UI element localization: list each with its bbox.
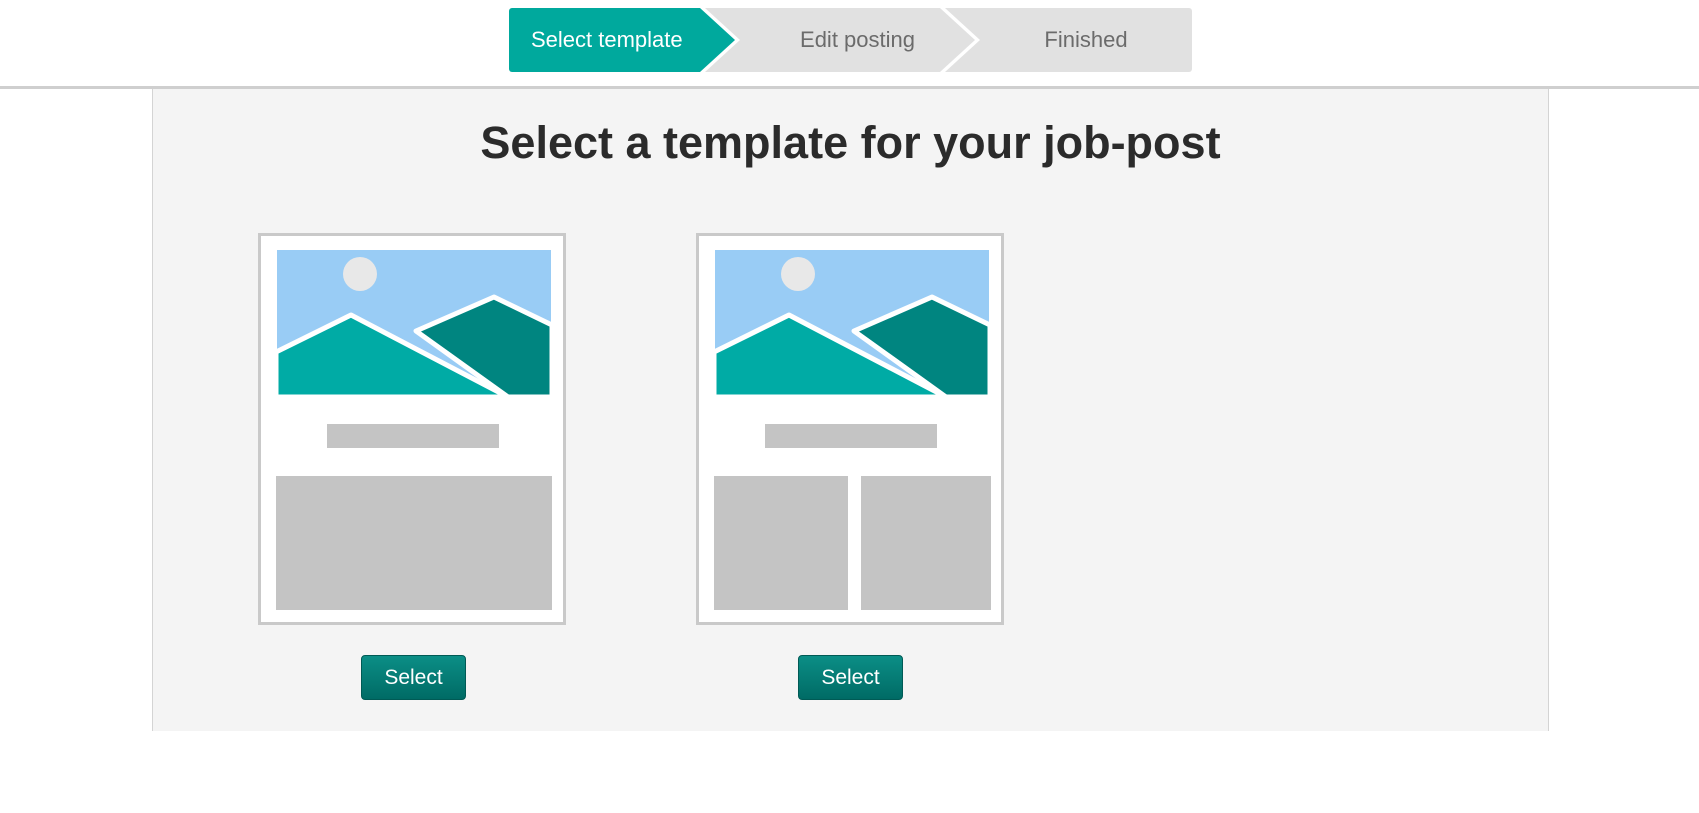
step-edit-posting[interactable]: Edit posting [705, 8, 975, 72]
top-bar: Select template Edit posting Finished [0, 0, 1699, 89]
progress-stepper: Select template Edit posting Finished [509, 8, 1192, 72]
page-title: Select a template for your job-post [480, 117, 1221, 168]
step-label: Finished [1044, 27, 1128, 52]
select-template-1-button[interactable]: Select [361, 655, 466, 700]
template-card-two-column[interactable] [696, 233, 1004, 625]
select-template-2-button[interactable]: Select [798, 655, 903, 700]
step-finished[interactable]: Finished [945, 8, 1192, 72]
right-column-placeholder [861, 476, 991, 610]
landscape-image-placeholder-icon [276, 249, 552, 397]
title-placeholder [327, 424, 499, 448]
step-select-template[interactable]: Select template [509, 8, 735, 72]
step-label: Edit posting [800, 27, 915, 52]
template-card-single-column[interactable] [258, 233, 566, 625]
left-column-placeholder [714, 476, 848, 610]
body-placeholder [276, 476, 552, 610]
title-placeholder [765, 424, 937, 448]
landscape-image-placeholder-icon [714, 249, 990, 397]
step-label: Select template [531, 27, 683, 52]
template-selection-panel: Select a template for your job-post Sele… [152, 89, 1549, 731]
